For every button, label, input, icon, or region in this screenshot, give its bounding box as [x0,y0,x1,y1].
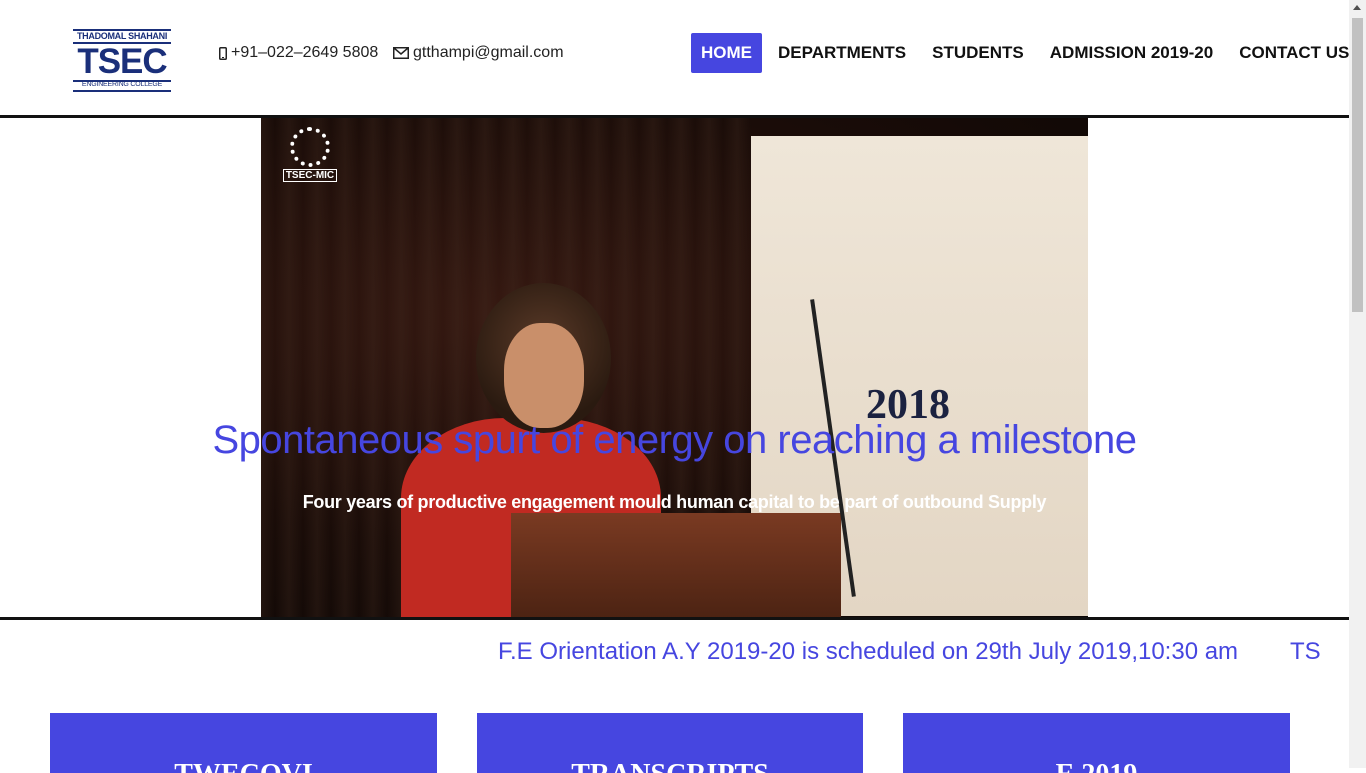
news-ticker[interactable]: F.E Orientation A.Y 2019-20 is scheduled… [0,638,1320,672]
hero-slide-image[interactable]: 2018 TSEC-MIC [261,118,1088,617]
mobile-phone-icon [219,46,227,60]
ticker-message[interactable]: F.E Orientation A.Y 2019-20 is scheduled… [498,638,1238,666]
page-scrollbar[interactable] [1349,0,1366,768]
logo-rule [73,90,171,92]
speaker-face [504,323,584,428]
gear-icon [290,127,330,167]
phone-contact[interactable]: +91–022–2649 5808 [219,43,378,63]
nav-home[interactable]: HOME [691,33,762,73]
hero-title: Spontaneous spurt of energy on reaching … [212,418,1137,462]
hero-subtitle: Four years of productive engagement moul… [302,492,1047,512]
email-address: gtthampi@gmail.com [413,44,564,61]
college-logo[interactable]: THADOMAL SHAHANI TSEC ENGINEERING COLLEG… [73,29,171,92]
feature-card-title: TWECOVI [50,759,437,773]
ticker-next-message[interactable]: TS [1290,638,1320,666]
scrollbar-thumb[interactable] [1352,18,1363,312]
tsec-mic-label: TSEC-MIC [282,169,338,182]
feature-card[interactable]: E 2019 [903,713,1290,773]
nav-contact-us[interactable]: CONTACT US [1229,33,1359,73]
envelope-icon [393,47,409,59]
logo-line1: THADOMAL SHAHANI [76,31,168,41]
podium [511,513,841,617]
phone-number: +91–022–2649 5808 [231,44,379,61]
feature-card-title: TRANSCRIPTS [477,759,863,773]
main-nav: HOME DEPARTMENTS STUDENTS ADMISSION 2019… [691,33,1365,73]
email-contact[interactable]: gtthampi@gmail.com [393,43,564,63]
feature-card-title: E 2019 [903,759,1290,773]
hero-divider [0,617,1349,620]
site-header: THADOMAL SHAHANI TSEC ENGINEERING COLLEG… [0,0,1349,115]
nav-admission[interactable]: ADMISSION 2019-20 [1040,33,1223,73]
nav-students[interactable]: STUDENTS [922,33,1034,73]
logo-line2: TSEC [77,42,167,81]
nav-departments[interactable]: DEPARTMENTS [768,33,916,73]
tsec-mic-logo: TSEC-MIC [271,118,349,182]
scroll-up-arrow-icon[interactable] [1353,5,1361,10]
feature-card[interactable]: TRANSCRIPTS [477,713,863,773]
logo-line3: ENGINEERING COLLEGE [81,81,163,88]
feature-card[interactable]: TWECOVI [50,713,437,773]
